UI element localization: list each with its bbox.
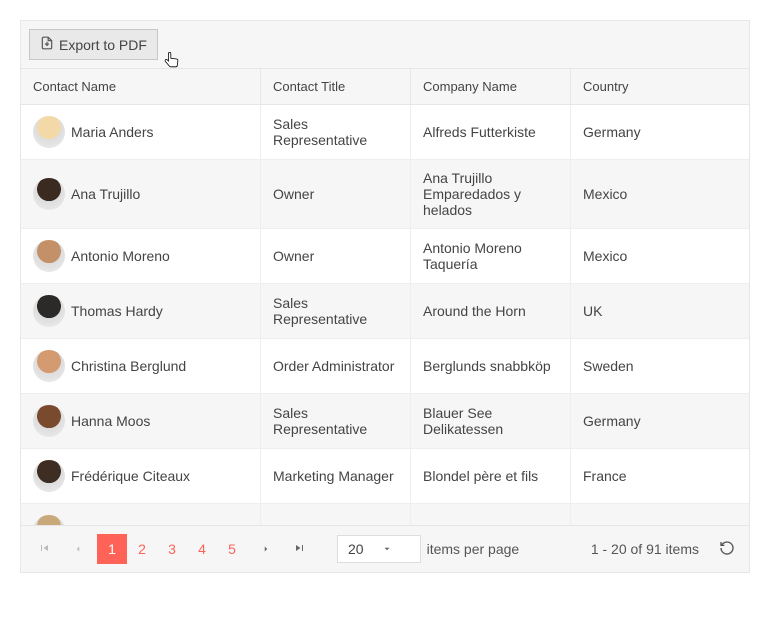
- cell-country: France: [571, 449, 749, 503]
- pager-page-3[interactable]: 3: [157, 534, 187, 564]
- export-pdf-label: Export to PDF: [59, 37, 147, 53]
- cell-contact-title: Order Administrator: [261, 339, 411, 393]
- cell-contact-name: Antonio Moreno: [21, 229, 261, 283]
- contact-name-text: Antonio Moreno: [71, 248, 170, 264]
- pager-first-button[interactable]: [29, 534, 59, 564]
- page-size-value: 20: [348, 541, 364, 557]
- items-per-page-label: items per page: [427, 541, 520, 557]
- cell-contact-title: Owner: [261, 160, 411, 228]
- column-header-name[interactable]: Contact Name: [21, 69, 261, 104]
- cell-country: Germany: [571, 394, 749, 448]
- cell-contact-name: Hanna Moos: [21, 394, 261, 448]
- grid-toolbar: Export to PDF: [21, 21, 749, 69]
- pager-page-1[interactable]: 1: [97, 534, 127, 564]
- cell-country: [571, 504, 749, 525]
- pager-next-button[interactable]: [251, 534, 281, 564]
- export-pdf-button[interactable]: Export to PDF: [29, 29, 158, 60]
- pager-prev-button[interactable]: [63, 534, 93, 564]
- pager-summary: 1 - 20 of 91 items: [591, 541, 699, 557]
- cell-country: Mexico: [571, 160, 749, 228]
- page-size-select[interactable]: 20: [337, 535, 421, 563]
- pager-page-5[interactable]: 5: [217, 534, 247, 564]
- column-header-country[interactable]: Country: [571, 69, 749, 104]
- avatar: [33, 405, 65, 437]
- contact-name-text: Maria Anders: [71, 124, 153, 140]
- cell-country: Germany: [571, 105, 749, 159]
- cell-company-name: Bólido Comidas: [411, 504, 571, 525]
- caret-down-icon: [382, 541, 392, 557]
- grid-body[interactable]: Maria AndersSales RepresentativeAlfreds …: [21, 105, 749, 525]
- chevron-left-icon: [73, 541, 83, 557]
- avatar: [33, 515, 65, 525]
- table-row[interactable]: Bólido Comidas: [21, 504, 749, 525]
- grid-pager: 12345 20 items per page 1 - 20 of 91 ite…: [21, 525, 749, 572]
- cell-contact-name: Ana Trujillo: [21, 160, 261, 228]
- cell-company-name: Alfreds Futterkiste: [411, 105, 571, 159]
- avatar: [33, 240, 65, 272]
- contact-name-text: Thomas Hardy: [71, 303, 163, 319]
- table-row[interactable]: Antonio Moreno OwnerAntonio Moreno Taquer…: [21, 229, 749, 284]
- cell-contact-title: [261, 504, 411, 525]
- cell-contact-title: Marketing Manager: [261, 449, 411, 503]
- column-header-title[interactable]: Contact Title: [261, 69, 411, 104]
- cell-company-name: Blondel père et fils: [411, 449, 571, 503]
- pdf-icon: [40, 36, 54, 53]
- data-grid: Export to PDF Contact Name Contact Title…: [20, 20, 750, 573]
- cell-contact-name: Christina Berglund: [21, 339, 261, 393]
- avatar: [33, 295, 65, 327]
- cell-company-name: Blauer See Delikatessen: [411, 394, 571, 448]
- seek-last-icon: [294, 541, 306, 557]
- table-row[interactable]: Maria Anders Sales RepresentativeAlfreds …: [21, 105, 749, 160]
- avatar: [33, 460, 65, 492]
- table-row[interactable]: Hanna Moos Sales RepresentativeBlauer See…: [21, 394, 749, 449]
- cell-company-name: Antonio Moreno Taquería: [411, 229, 571, 283]
- cell-contact-title: Sales Representative: [261, 394, 411, 448]
- table-row[interactable]: Frédérique Citeaux Marketing ManagerBlond…: [21, 449, 749, 504]
- cell-company-name: Around the Horn: [411, 284, 571, 338]
- table-row[interactable]: Ana Trujillo OwnerAna Trujillo Emparedado…: [21, 160, 749, 229]
- refresh-icon: [719, 540, 735, 559]
- table-row[interactable]: Thomas Hardy Sales RepresentativeAround t…: [21, 284, 749, 339]
- cell-contact-name: Thomas Hardy: [21, 284, 261, 338]
- contact-name-text: Hanna Moos: [71, 413, 150, 429]
- avatar: [33, 116, 65, 148]
- cell-company-name: Ana Trujillo Emparedados y helados: [411, 160, 571, 228]
- contact-name-text: Frédérique Citeaux: [71, 468, 190, 484]
- pager-page-4[interactable]: 4: [187, 534, 217, 564]
- pager-page-2[interactable]: 2: [127, 534, 157, 564]
- column-header-company[interactable]: Company Name: [411, 69, 571, 104]
- cell-country: Mexico: [571, 229, 749, 283]
- chevron-right-icon: [261, 541, 271, 557]
- contact-name-text: Christina Berglund: [71, 358, 186, 374]
- table-row[interactable]: Christina Berglund Order AdministratorBer…: [21, 339, 749, 394]
- cell-contact-title: Sales Representative: [261, 105, 411, 159]
- cell-country: Sweden: [571, 339, 749, 393]
- cell-contact-name: Frédérique Citeaux: [21, 449, 261, 503]
- pager-last-button[interactable]: [285, 534, 315, 564]
- cell-contact-title: Owner: [261, 229, 411, 283]
- cell-contact-name: [21, 504, 261, 525]
- grid-header: Contact Name Contact Title Company Name …: [21, 69, 749, 105]
- refresh-button[interactable]: [713, 535, 741, 563]
- contact-name-text: Ana Trujillo: [71, 186, 140, 202]
- cell-contact-name: Maria Anders: [21, 105, 261, 159]
- cell-country: UK: [571, 284, 749, 338]
- avatar: [33, 350, 65, 382]
- cell-company-name: Berglunds snabbköp: [411, 339, 571, 393]
- seek-first-icon: [38, 541, 50, 557]
- avatar: [33, 178, 65, 210]
- cell-contact-title: Sales Representative: [261, 284, 411, 338]
